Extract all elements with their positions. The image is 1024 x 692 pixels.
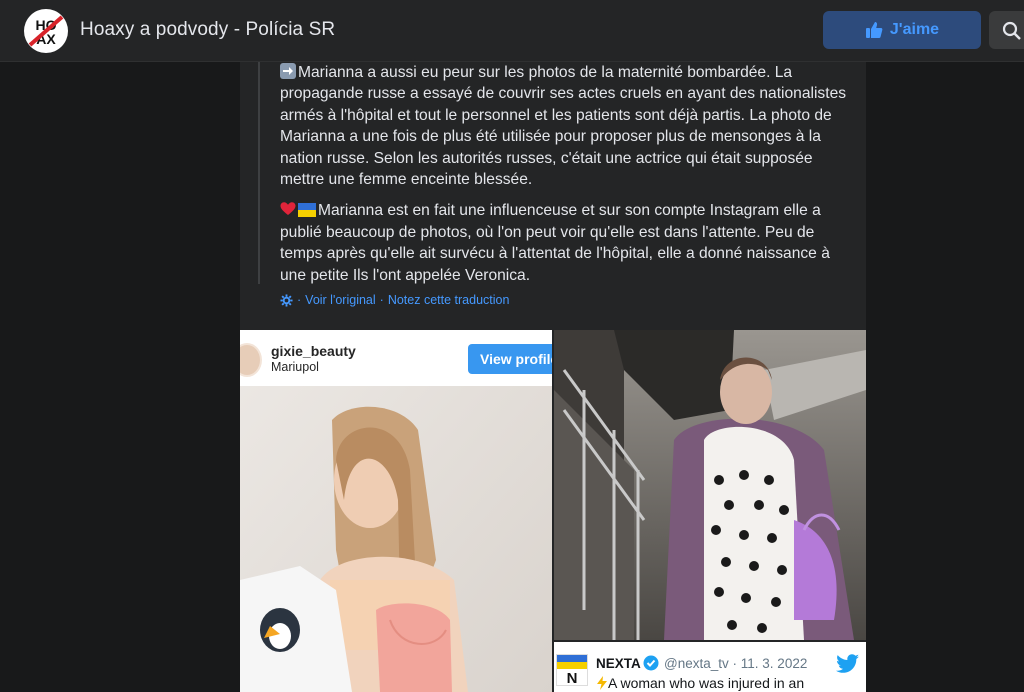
post-card: Marianna a aussi eu peur sur les photos … [240,62,866,692]
post-paragraph-1: Marianna a aussi eu peur sur les photos … [280,63,847,189]
verified-badge-icon [643,655,659,671]
tweet-handle-date: @nexta_tv · 11. 3. 2022 [664,656,807,671]
search-icon [1002,21,1021,40]
tweet-date: 11. 3. 2022 [740,656,808,671]
quote-divider [258,62,260,284]
separator: · [297,293,302,307]
instagram-screenshot-image[interactable]: gixie_beauty Mariupol View profile [240,330,552,692]
like-button[interactable]: J'aime [823,11,981,49]
post-text: Marianna a aussi eu peur sur les photos … [280,62,850,296]
ukraine-flag-emoji-icon [298,203,316,218]
tweet-author-name: NEXTA [596,656,641,671]
rate-translation-link[interactable]: Notez cette traduction [388,293,510,307]
translation-links: · Voir l'original · Notez cette traducti… [280,293,509,307]
instagram-avatar [240,343,262,377]
nexta-logo-icon: N [557,655,587,687]
instagram-header: gixie_beauty Mariupol View profile [240,330,552,386]
post-paragraph-2: Marianna est en fait une influenceuse et… [280,202,830,284]
hospital-photo-image[interactable] [554,330,866,640]
search-button[interactable] [989,11,1024,49]
see-original-link[interactable]: Voir l'original [305,293,375,307]
page-name[interactable]: Hoaxy a podvody - Polícia SR [80,19,335,41]
hoax-logo-icon: HO AX [25,10,67,52]
instagram-username: gixie_beauty [271,343,356,359]
tweet-handle: @nexta_tv [664,656,729,671]
red-heart-emoji-icon [280,202,296,216]
nexta-avatar: N [556,654,588,687]
lightning-emoji-icon [597,676,607,690]
thumbs-up-icon [865,22,883,38]
tweet-text: A woman who was injured in an [596,675,804,691]
twitter-bird-icon [836,654,859,673]
separator: · [732,656,738,671]
top-bar: HO AX Hoaxy a podvody - Polícia SR J'aim… [0,0,1024,62]
tweet-screenshot[interactable]: N NEXTA @nexta_tv · 11. 3. 2022 A woman … [554,642,866,692]
right-arrow-emoji-icon [280,63,296,79]
gear-icon [280,293,293,307]
page-logo[interactable]: HO AX [24,9,68,53]
separator: · [379,293,384,307]
avatar-letter: N [567,670,578,685]
instagram-location: Mariupol [271,360,319,374]
injured-woman-photo [554,330,866,640]
like-label: J'aime [889,21,940,38]
view-profile-button: View profile [468,344,552,374]
